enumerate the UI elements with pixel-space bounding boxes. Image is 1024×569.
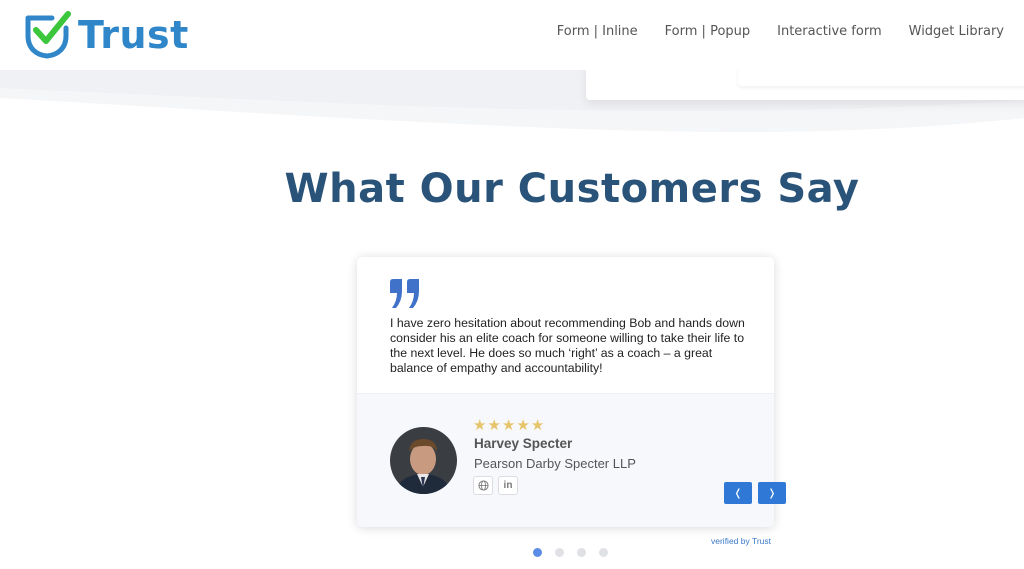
carousel-dot[interactable] [555,548,564,557]
carousel-dot[interactable] [577,548,586,557]
linkedin-icon[interactable]: in [498,476,518,495]
globe-icon[interactable] [473,476,493,495]
nav-link-interactive-form[interactable]: Interactive form [777,24,881,39]
nav-link-form-inline[interactable]: Form | Inline [557,24,638,39]
reviewer-company: Pearson Darby Specter LLP [474,456,636,471]
carousel-dots [533,548,608,557]
nav-link-form-popup[interactable]: Form | Popup [665,24,750,39]
navbar: Trust Form | Inline Form | Popup Interac… [0,0,1024,70]
brand-name: Trust [78,13,189,57]
carousel-dot[interactable] [599,548,608,557]
section-title: What Our Customers Say [284,166,860,212]
avatar [390,427,457,494]
star-icon: ★ [487,417,501,434]
star-rating: ★ ★ ★ ★ ★ [473,418,544,434]
reviewer-name: Harvey Specter [474,436,573,451]
quote-mark-icon [390,279,419,308]
brand-logo[interactable]: Trust [22,10,189,60]
carousel-dot[interactable] [533,548,542,557]
nav-link-widget-library[interactable]: Widget Library [909,24,1004,39]
carousel-next-button[interactable]: ❭ [758,482,786,504]
testimonial-quote: I have zero hesitation about recommendin… [390,316,745,375]
shield-check-icon [25,11,71,59]
social-links: in [473,476,518,495]
star-icon: ★ [530,417,545,434]
carousel-prev-button[interactable]: ❬ [724,482,752,504]
star-icon: ★ [473,417,487,434]
star-icon: ★ [501,417,516,434]
testimonial-author: ★ ★ ★ ★ ★ Harvey Specter Pearson Darby Spect… [357,393,774,527]
main-nav: Form | Inline Form | Popup Interactive f… [557,24,1004,39]
testimonial-card: I have zero hesitation about recommendin… [357,257,774,527]
verified-by-link[interactable]: verified by Trust [711,536,771,546]
star-icon: ★ [516,417,530,434]
